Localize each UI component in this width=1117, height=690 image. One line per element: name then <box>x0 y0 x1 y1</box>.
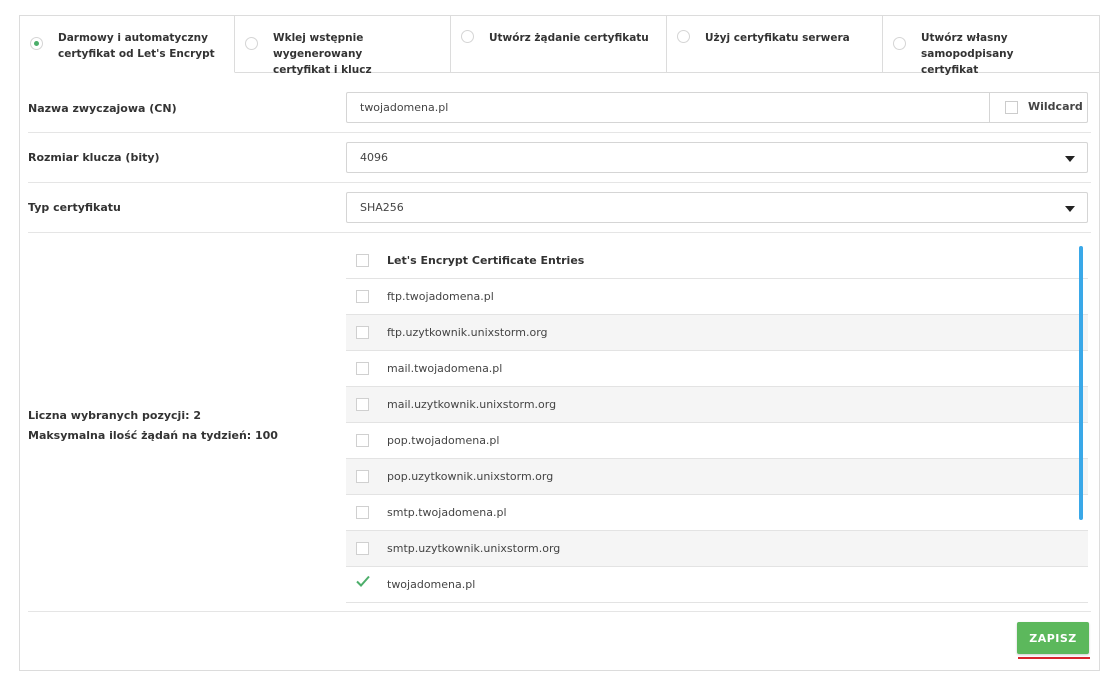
tab-label-line2: certyfikat <box>921 64 979 76</box>
key-size-label: Rozmiar klucza (bity) <box>28 151 160 164</box>
selected-count: Liczna wybranych pozycji: 2 <box>28 409 201 422</box>
entry-checkbox[interactable] <box>356 506 369 519</box>
key-size-value: 4096 <box>360 151 388 164</box>
wildcard-label: Wildcard <box>1028 100 1083 113</box>
common-name-input[interactable]: twojadomena.pl Wildcard <box>346 92 1088 123</box>
cert-type-row: Typ certyfikatu SHA256 <box>28 183 1091 233</box>
list-header[interactable]: Let's Encrypt Certificate Entries <box>346 243 1088 279</box>
tab-label-line2: certyfikat i klucz <box>273 64 372 76</box>
entry-checkbox[interactable] <box>356 362 369 375</box>
wildcard-toggle[interactable]: Wildcard <box>989 93 1087 122</box>
entry-checkbox[interactable] <box>356 542 369 555</box>
entry-checkbox[interactable] <box>356 434 369 447</box>
tab-letsencrypt[interactable]: Darmowy i automatyczny certyfikat od Let… <box>20 16 235 73</box>
tab-label-line1: Utwórz własny samopodpisany <box>921 32 1014 60</box>
tab-label-line1: Utwórz żądanie certyfikatu <box>489 32 649 44</box>
key-size-select[interactable]: 4096 <box>346 142 1088 173</box>
radio-icon[interactable] <box>893 37 906 50</box>
common-name-label: Nazwa zwyczajowa (CN) <box>28 102 177 115</box>
selection-info: Liczna wybranych pozycji: 2 Maksymalna i… <box>28 406 278 446</box>
entry-checkbox[interactable] <box>356 398 369 411</box>
tab-paste-certificate[interactable]: Wklej wstępnie wygenerowany certyfikat i… <box>235 16 451 76</box>
certificate-tabs: Darmowy i automatyczny certyfikat od Let… <box>20 16 1099 76</box>
tab-create-request[interactable]: Utwórz żądanie certyfikatu <box>451 16 667 73</box>
entry-label: pop.uzytkownik.unixstorm.org <box>387 470 554 483</box>
radio-icon[interactable] <box>677 30 690 43</box>
cert-type-select[interactable]: SHA256 <box>346 192 1088 223</box>
tab-self-signed[interactable]: Utwórz własny samopodpisany certyfikat <box>883 16 1099 76</box>
entry-label: smtp.twojadomena.pl <box>387 506 507 519</box>
tab-use-server-certificate[interactable]: Użyj certyfikatu serwera <box>667 16 883 73</box>
entry-label: mail.twojadomena.pl <box>387 362 503 375</box>
tab-label-line1: Użyj certyfikatu serwera <box>705 32 850 44</box>
save-button[interactable]: ZAPISZ <box>1017 622 1089 654</box>
list-item[interactable]: mail.twojadomena.pl <box>346 351 1088 387</box>
wildcard-checkbox[interactable] <box>1005 101 1018 114</box>
common-name-row: Nazwa zwyczajowa (CN) twojadomena.pl Wil… <box>28 84 1091 133</box>
list-item[interactable]: ftp.twojadomena.pl <box>346 279 1088 315</box>
entry-label: pop.twojadomena.pl <box>387 434 500 447</box>
list-item[interactable]: smtp.uzytkownik.unixstorm.org <box>346 531 1088 567</box>
key-size-row: Rozmiar klucza (bity) 4096 <box>28 133 1091 183</box>
save-underline <box>1018 657 1090 659</box>
entry-label: mail.uzytkownik.unixstorm.org <box>387 398 557 411</box>
list-item[interactable]: ftp.uzytkownik.unixstorm.org <box>346 315 1088 351</box>
cert-type-value: SHA256 <box>360 201 404 214</box>
list-item[interactable]: pop.twojadomena.pl <box>346 423 1088 459</box>
radio-icon[interactable] <box>461 30 474 43</box>
select-all-checkbox[interactable] <box>356 254 369 267</box>
list-item[interactable]: pop.uzytkownik.unixstorm.org <box>346 459 1088 495</box>
tab-label-line2: certyfikat od Let's Encrypt <box>58 48 215 60</box>
list-scrollbar[interactable] <box>1079 246 1083 520</box>
cert-type-label: Typ certyfikatu <box>28 201 121 214</box>
list-header-label: Let's Encrypt Certificate Entries <box>387 254 585 267</box>
radio-icon[interactable] <box>245 37 258 50</box>
chevron-down-icon <box>1065 156 1075 162</box>
radio-icon[interactable] <box>30 37 43 50</box>
tab-label-line1: Wklej wstępnie wygenerowany <box>273 32 364 60</box>
chevron-down-icon <box>1065 206 1075 212</box>
entry-label: twojadomena.pl <box>387 578 476 591</box>
certificate-panel: Darmowy i automatyczny certyfikat od Let… <box>19 15 1100 671</box>
checkmark-icon[interactable] <box>355 573 371 589</box>
entry-label: smtp.uzytkownik.unixstorm.org <box>387 542 561 555</box>
list-item[interactable]: mail.uzytkownik.unixstorm.org <box>346 387 1088 423</box>
entry-label: ftp.uzytkownik.unixstorm.org <box>387 326 548 339</box>
list-item[interactable]: smtp.twojadomena.pl <box>346 495 1088 531</box>
entry-checkbox[interactable] <box>356 290 369 303</box>
entry-checkbox[interactable] <box>356 326 369 339</box>
tab-label-line1: Darmowy i automatyczny <box>58 32 208 44</box>
entry-checkbox[interactable] <box>356 470 369 483</box>
max-requests: Maksymalna ilość żądań na tydzień: 100 <box>28 429 278 442</box>
entry-label: ftp.twojadomena.pl <box>387 290 494 303</box>
common-name-value: twojadomena.pl <box>360 101 449 114</box>
entries-list[interactable]: Let's Encrypt Certificate Entries ftp.tw… <box>346 243 1088 603</box>
list-item[interactable]: twojadomena.pl <box>346 567 1088 603</box>
